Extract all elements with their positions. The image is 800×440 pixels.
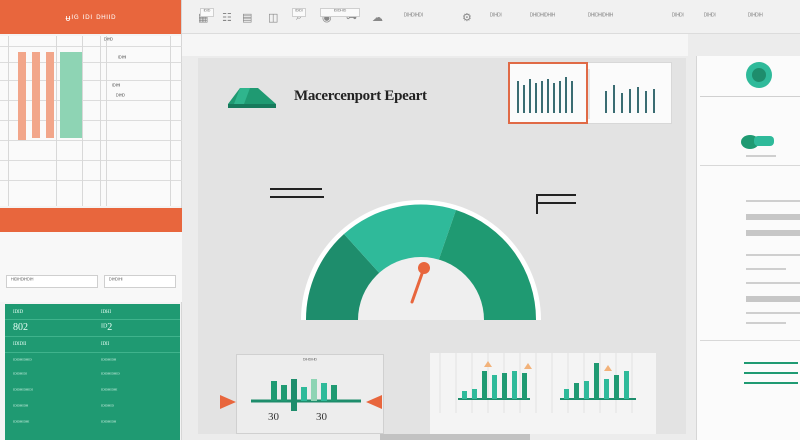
arrow-right-icon[interactable] xyxy=(220,395,236,409)
status-line xyxy=(744,372,798,374)
growth-chart-panel[interactable] xyxy=(430,353,656,434)
highlight-cell[interactable] xyxy=(46,52,54,138)
table-cell: ᴵᴰᴵᴰᴴᴵᴰᴴᴵᴰᴵ xyxy=(13,388,33,394)
property-bar[interactable] xyxy=(746,230,800,236)
divider xyxy=(700,340,800,341)
property-bar[interactable] xyxy=(746,296,800,302)
left-header-title: ᵾᴵᴳ ᴵᴰᴵ ᴰᴴᴵᴵᴰ xyxy=(65,13,117,23)
arrow-left-icon[interactable] xyxy=(366,395,382,409)
table-cell: ᴵᴰᴵᴰᴴᴵᴰᴴᴵᴰ xyxy=(13,358,32,364)
status-line xyxy=(744,362,798,364)
left-header-bar: ᵾᴵᴳ ᴵᴰᴵ ᴰᴴᴵᴵᴰ xyxy=(0,0,181,34)
grid-line xyxy=(0,160,182,161)
grid-icon[interactable]: ▤ xyxy=(242,11,252,24)
settings-icon[interactable]: ⚙ xyxy=(462,11,472,24)
report-logo xyxy=(228,88,276,108)
toolbar-menu-item[interactable]: ᴰᴴᴵᴰᴴᴵᴰᴴᴵᴴ xyxy=(530,13,555,20)
highlight-cell[interactable] xyxy=(32,52,40,138)
toolbar-menu-item[interactable]: ᴰᴴᴵᴰᴴᴵᴰᴴᴵᴴ xyxy=(588,13,613,20)
table-header-cell: ᴵᴰᴴᴵ xyxy=(101,308,112,317)
table-divider xyxy=(5,319,180,320)
subtoolbar-button[interactable]: ᴵᴰᴵᴰᴵ xyxy=(292,8,306,17)
toolbar-menu-item[interactable]: ᴰᴵᴴᴰᴵ xyxy=(490,13,502,20)
table-cell: ᴵᴰᴵᴰᴴᴵᴰᴴ xyxy=(13,404,29,410)
table-cell: ᴵᴰᴵᴰᴴᴵᴰᴴ xyxy=(101,358,117,364)
table-cell: ᴵᴰᴵᴰᴴᴵᴰᴴᴵ xyxy=(101,388,118,394)
panel-right-value: 30 xyxy=(316,411,327,423)
table-cell: ᴵᴰᴵᴰᴴᴵᴰᴴᴵᴰ xyxy=(101,372,120,378)
table-cell: ᴵᴰ2 xyxy=(101,322,113,333)
mini-chart-selection[interactable] xyxy=(508,62,588,124)
divider xyxy=(700,96,800,97)
spreadsheet-mid-area xyxy=(0,232,182,302)
app-logo-icon xyxy=(746,62,772,88)
toolbar-menu-item[interactable]: ᴰᴵᴴᴰᴵ xyxy=(672,13,684,20)
grid-line xyxy=(82,36,83,206)
property-line xyxy=(746,200,800,202)
grid-label: ᴰᴵᴴᴰ xyxy=(104,38,113,44)
toolbar-menu-item[interactable]: ᴰᴵᴴᴰᴵᴴ xyxy=(748,13,763,20)
left-section-bar xyxy=(0,208,182,232)
property-line xyxy=(746,282,800,284)
gauge-pivot xyxy=(418,262,430,274)
grid-label: ᴰᴵᴴᴰ xyxy=(116,94,125,100)
cloud-icon[interactable]: ☁ xyxy=(372,11,383,24)
subtoolbar-button[interactable]: ᴵᴰᴵᴰᴴᴵᴰ xyxy=(320,8,360,17)
property-line xyxy=(746,268,786,270)
chart-type-icon[interactable] xyxy=(740,132,776,152)
table-divider xyxy=(5,336,180,337)
table-cell: 802 xyxy=(13,322,28,333)
grid-line xyxy=(100,36,101,206)
toolbar-menu-item[interactable]: ᴰᴵᴴᴰᴵᴴᴰᴵ xyxy=(404,13,423,20)
sub-toolbar xyxy=(182,34,688,56)
horizontal-scrollbar[interactable] xyxy=(380,434,530,440)
sliders-icon[interactable]: ☷ xyxy=(222,11,232,24)
property-bar[interactable] xyxy=(746,214,800,220)
name-field[interactable]: ᴰᴵᴴᴰᴵᴴᴵ xyxy=(104,275,176,288)
panel-left-value: 30 xyxy=(268,411,279,423)
table-cell: ᴵᴰᴵᴰᴴᴵᴰᴵ xyxy=(13,372,27,378)
grid-line xyxy=(8,36,9,206)
highlight-cell[interactable] xyxy=(60,52,82,138)
grid-line xyxy=(0,180,182,181)
grid-line xyxy=(0,62,182,63)
subtoolbar-button[interactable]: ᴵᴰᴵᴰ xyxy=(200,8,214,17)
table-divider xyxy=(5,352,180,353)
grid-line xyxy=(0,46,182,47)
formula-field[interactable]: ᴴᴵᴰᴵᴴᴰᴵᴴᴰᴵᴴ xyxy=(6,275,98,288)
grid-line xyxy=(0,100,182,101)
bar-chart-panel[interactable]: ᴰᴵᴴᴰᴵᴴᴰ xyxy=(236,354,384,434)
property-line xyxy=(746,322,786,324)
table-cell: ᴵᴰᴵᴰᴵᴵ xyxy=(13,340,27,349)
property-line xyxy=(746,254,800,256)
status-line xyxy=(744,382,798,384)
table-cell: ᴵᴰᴵᴰᴴᴵᴰᴴ xyxy=(101,420,117,426)
grid-line xyxy=(0,140,182,141)
toolbar-menu-item[interactable]: ᴰᴵᴴᴰᴵ xyxy=(704,13,716,20)
grid-line xyxy=(56,36,57,206)
grid-line xyxy=(170,36,171,206)
divider xyxy=(700,165,800,166)
property-line xyxy=(746,155,776,157)
highlight-cell[interactable] xyxy=(18,52,26,140)
grid-label: ᴵᴰᴵᴴᴵ xyxy=(118,56,127,62)
grid-line xyxy=(106,36,107,206)
speed-gauge[interactable] xyxy=(296,150,546,330)
summary-table: ᴵᴰᴵᴰ ᴵᴰᴴᴵ 802 ᴵᴰ2 ᴵᴰᴵᴰᴵᴵ ᴵᴰᴵᴵ ᴵᴰᴵᴰᴴᴵᴰᴴᴵᴰ… xyxy=(5,304,180,440)
report-title: Macercenport Epeart xyxy=(294,88,427,104)
table-cell: ᴵᴰᴵᴰᴴᴵᴰᴴᴵ xyxy=(13,420,30,426)
property-line xyxy=(746,312,800,314)
table-cell: ᴵᴰᴵᴰᴴᴵᴰ xyxy=(101,404,114,410)
layers-icon[interactable]: ◫ xyxy=(268,11,278,24)
panel-bar-chart xyxy=(251,379,361,411)
grid-line xyxy=(0,120,182,121)
table-cell: ᴵᴰᴵᴵ xyxy=(101,340,110,349)
growth-bar-chart xyxy=(439,353,636,413)
grid-label: ᴵᴰᴵᴴᴵ xyxy=(112,84,121,90)
table-header-cell: ᴵᴰᴵᴰ xyxy=(13,308,24,317)
grid-line xyxy=(0,80,182,81)
